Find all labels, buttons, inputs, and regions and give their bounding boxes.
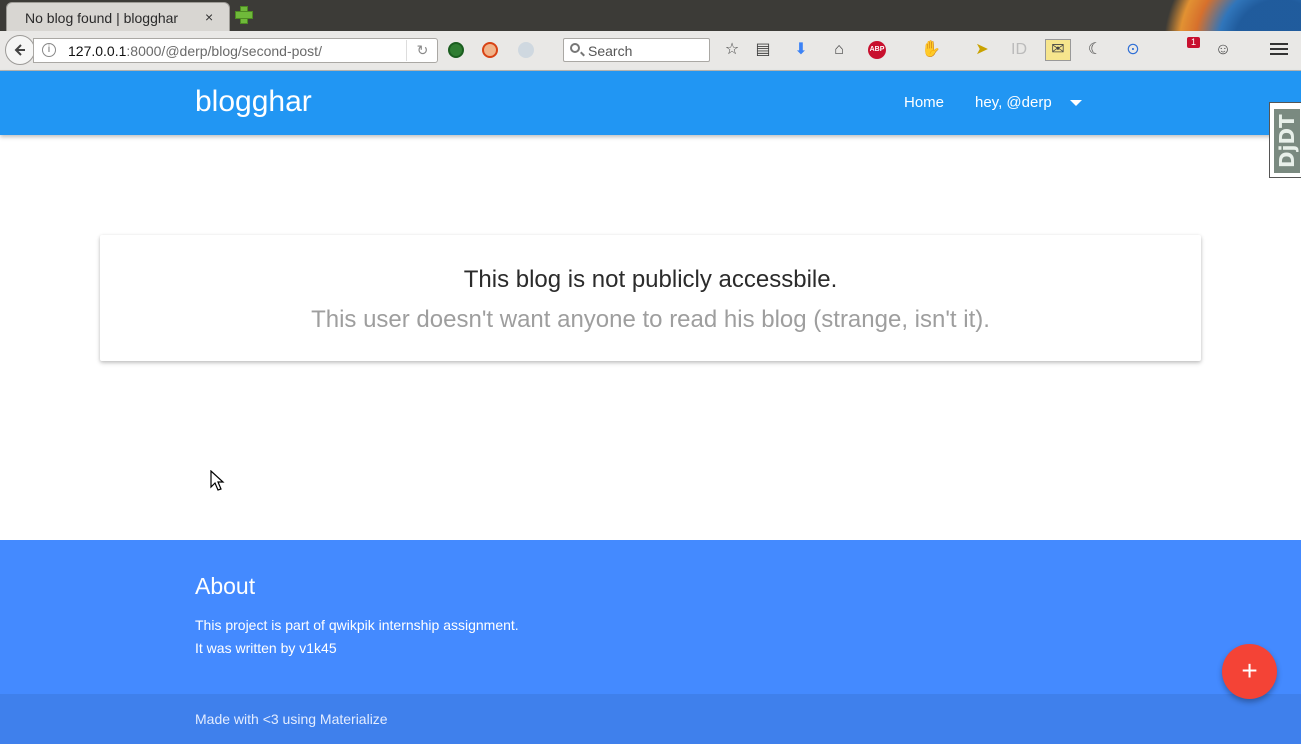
about-text-line2: It was written by v1k45 [195,640,337,656]
extension-icon[interactable] [518,42,534,58]
user-dropdown[interactable]: hey, @derp [975,94,1052,111]
footer-copyright-bar: Made with <3 using Materialize [0,694,1301,744]
dropdown-caret-icon[interactable] [1070,100,1082,106]
home-icon[interactable]: ⌂ [829,40,849,60]
search-placeholder: Search [588,43,633,59]
browser-toolbar: i 127.0.0.1:8000/@derp/blog/second-post/… [0,31,1301,71]
add-post-button[interactable]: + [1222,644,1277,699]
extension-shield-icon[interactable] [448,42,464,58]
download-icon[interactable]: ⬇ [791,40,811,60]
tab-close-icon[interactable]: × [205,9,213,25]
browser-theme-logo [1140,0,1301,31]
hamburger-menu-icon[interactable] [1268,40,1290,60]
tab-title: No blog found | blogghar [25,10,179,26]
brand-logo[interactable]: blogghar [195,85,312,119]
notification-badge: 1 [1187,37,1200,48]
extension-note-icon[interactable]: ✉ [1045,39,1071,61]
about-heading: About [195,573,256,599]
search-input[interactable]: Search [563,38,710,62]
message-card: This blog is not publicly accessbile. Th… [100,235,1201,361]
url-text: 127.0.0.1:8000/@derp/blog/second-post/ [68,43,322,59]
extension-block-icon[interactable] [482,42,498,58]
back-button[interactable] [5,35,35,65]
browser-tab-bar: No blog found | blogghar × [0,0,1301,31]
copyright-text: Made with <3 using Materialize [195,711,388,727]
reading-list-icon[interactable]: ▤ [753,40,773,60]
django-debug-toolbar-handle[interactable]: DjDT [1269,102,1301,178]
download-manager-icon[interactable]: ⊙ [1123,40,1143,60]
djdt-label: DjDT [1274,109,1300,173]
mouse-cursor-icon [210,470,225,491]
extension-id-icon[interactable]: ID [1009,40,1029,60]
greasemonkey-icon[interactable]: ☺ [1213,40,1233,60]
message-subtitle: This user doesn't want anyone to read hi… [311,306,990,333]
about-text-line1: This project is part of qwikpik internsh… [195,617,519,633]
site-info-icon[interactable]: i [42,43,56,57]
bookmark-star-icon[interactable]: ☆ [722,40,742,60]
extension-torch-icon[interactable]: ✋ [921,40,941,60]
browser-tab[interactable]: No blog found | blogghar × [6,2,230,31]
page-footer: About This project is part of qwikpik in… [0,540,1301,694]
extension-cursor-icon[interactable]: ➤ [972,40,992,60]
site-navbar: blogghar Home hey, @derp [0,71,1301,135]
new-tab-icon[interactable] [234,5,253,24]
nav-home-link[interactable]: Home [904,94,944,111]
reload-icon[interactable]: ↻ [406,40,438,61]
night-mode-icon[interactable]: ☾ [1085,40,1105,60]
adblock-icon[interactable]: ABP [868,41,886,59]
message-title: This blog is not publicly accessbile. [463,266,838,293]
address-bar[interactable]: i 127.0.0.1:8000/@derp/blog/second-post/… [33,38,438,63]
search-icon [570,43,580,53]
